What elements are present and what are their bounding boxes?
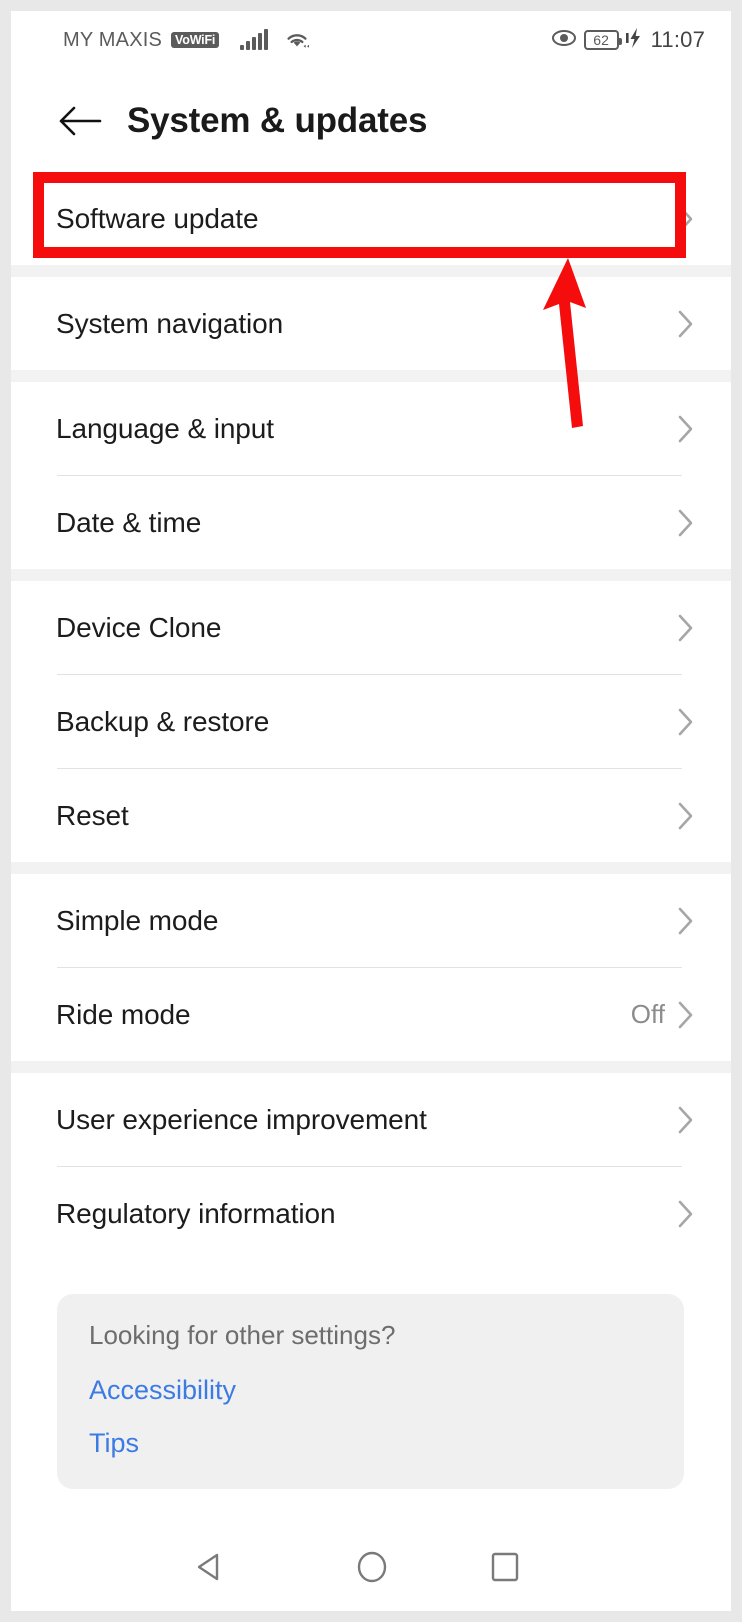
settings-row-label: Device Clone	[56, 611, 222, 643]
settings-row-label: Regulatory information	[56, 1197, 336, 1229]
navigation-bar	[11, 1523, 731, 1611]
nav-back-triangle-icon[interactable]	[181, 1537, 241, 1597]
settings-group: Simple mode Ride mode Off	[11, 874, 731, 1061]
page-header: System & updates	[11, 69, 731, 172]
settings-group: Language & input Date & time	[11, 382, 731, 569]
settings-row[interactable]: Ride mode Off	[11, 968, 731, 1061]
settings-row-label: Ride mode	[56, 998, 191, 1030]
helper-card: Looking for other settings? Accessibility…	[57, 1294, 684, 1489]
status-bar-right: 62 11:07	[551, 27, 705, 54]
list-bottom-spacer	[11, 1489, 731, 1509]
settings-row-label: System navigation	[56, 307, 284, 339]
chevron-right-icon	[677, 906, 695, 936]
settings-list: Software update System navigation Language…	[11, 172, 731, 1509]
phone-screen: MY MAXIS VoWiFi 62 11:07 System & update…	[11, 11, 731, 1611]
nav-recents-square-icon[interactable]	[475, 1537, 535, 1597]
settings-row[interactable]: System navigation	[11, 277, 731, 370]
settings-row[interactable]: Language & input	[11, 382, 731, 475]
settings-row-label: Date & time	[56, 506, 202, 538]
chevron-right-icon	[677, 204, 695, 234]
page-title: System & updates	[127, 100, 428, 140]
settings-row[interactable]: Reset	[11, 769, 731, 862]
status-bar-left: MY MAXIS VoWiFi	[63, 29, 310, 52]
settings-row[interactable]: User experience improvement	[11, 1073, 731, 1166]
settings-row[interactable]: Date & time	[11, 476, 731, 569]
helper-card-wrapper: Looking for other settings? Accessibility…	[11, 1260, 731, 1489]
battery-level-label: 62	[593, 32, 609, 48]
settings-group: User experience improvement Regulatory in…	[11, 1073, 731, 1509]
nav-home-circle-icon[interactable]	[342, 1537, 402, 1597]
vowifi-badge: VoWiFi	[171, 31, 220, 49]
settings-row-label: Reset	[56, 799, 129, 831]
settings-row-label: Language & input	[56, 412, 274, 444]
chevron-right-icon	[677, 1199, 695, 1229]
helper-card-link[interactable]: Tips	[89, 1428, 652, 1459]
settings-row-value: Off	[630, 999, 665, 1029]
chevron-right-icon	[677, 508, 695, 538]
clock-label: 11:07	[650, 27, 705, 52]
eye-icon	[551, 28, 577, 53]
back-arrow-icon[interactable]	[58, 99, 102, 143]
chevron-right-icon	[677, 1000, 695, 1030]
carrier-label: MY MAXIS	[63, 28, 163, 51]
settings-group: Device Clone Backup & restore Reset	[11, 581, 731, 862]
settings-row[interactable]: Software update	[11, 172, 731, 265]
wifi-icon	[284, 30, 310, 50]
settings-group: Software update	[11, 172, 731, 265]
chevron-right-icon	[677, 414, 695, 444]
settings-row-label: User experience improvement	[56, 1103, 427, 1135]
settings-row-label: Backup & restore	[56, 705, 270, 737]
settings-row[interactable]: Device Clone	[11, 581, 731, 674]
helper-card-title: Looking for other settings?	[89, 1320, 396, 1350]
chevron-right-icon	[677, 309, 695, 339]
helper-card-link[interactable]: Accessibility	[89, 1375, 652, 1406]
settings-row[interactable]: Simple mode	[11, 874, 731, 967]
battery-icon: 62	[583, 30, 622, 50]
settings-row[interactable]: Regulatory information	[11, 1167, 731, 1260]
charging-bolt-icon	[625, 27, 642, 54]
chevron-right-icon	[677, 1105, 695, 1135]
chevron-right-icon	[677, 707, 695, 737]
chevron-right-icon	[677, 613, 695, 643]
chevron-right-icon	[677, 801, 695, 831]
settings-row[interactable]: Backup & restore	[11, 675, 731, 768]
status-bar: MY MAXIS VoWiFi 62 11:07	[11, 11, 731, 69]
settings-group: System navigation	[11, 277, 731, 370]
phone-frame: MY MAXIS VoWiFi 62 11:07 System & update…	[0, 0, 742, 1622]
signal-bars-icon	[240, 29, 269, 50]
settings-row-label: Simple mode	[56, 904, 219, 936]
settings-row-label: Software update	[56, 202, 259, 234]
